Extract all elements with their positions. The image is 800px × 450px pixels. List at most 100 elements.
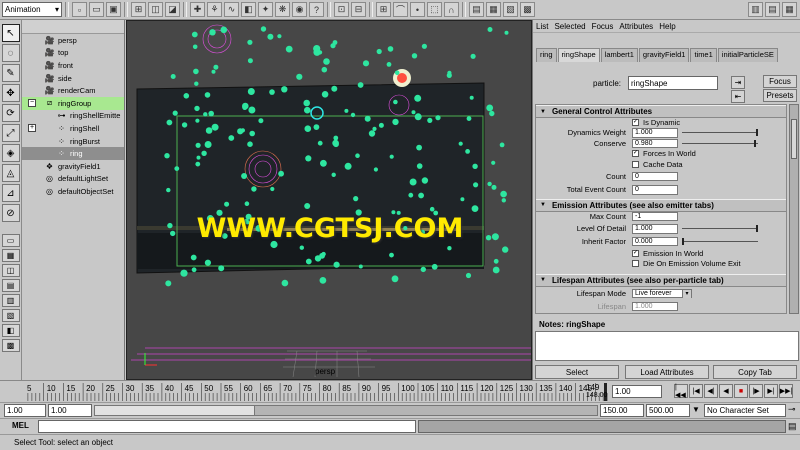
outliner-item-ringshell[interactable]: + ⁘ ringShell <box>22 122 124 135</box>
history-icon[interactable]: ▤ <box>469 2 484 17</box>
presets-arrow-icon[interactable]: ⇤ <box>731 90 745 103</box>
paint-select-tool-icon[interactable]: ✎ <box>1 64 20 82</box>
tab-gravityfield1[interactable]: gravityField1 <box>638 48 690 62</box>
snap-grid-icon[interactable]: ⊞ <box>376 2 391 17</box>
character-set-field[interactable]: No Character Set <box>704 404 786 417</box>
level-of-detail-field[interactable]: 1.000 <box>632 224 678 234</box>
lock-selection-icon[interactable]: ⊡ <box>334 2 349 17</box>
outliner-item-persp[interactable]: 🎥 persp <box>22 34 124 47</box>
emission-in-world-checkbox[interactable]: ✓ <box>632 249 639 257</box>
count-field[interactable]: 0 <box>632 171 678 182</box>
range-bar[interactable] <box>94 405 598 416</box>
dynamics-weight-field[interactable]: 1.000 <box>632 128 678 138</box>
render-settings-icon[interactable]: ▩ <box>520 2 535 17</box>
layout-hypershade-icon[interactable]: ▧ <box>1 309 20 322</box>
snap-plane-icon[interactable]: ⬚ <box>427 2 442 17</box>
layout-single-icon[interactable]: ▭ <box>1 234 20 247</box>
step-back-icon[interactable]: |◀ <box>689 384 703 398</box>
ae-menu-list[interactable]: List <box>536 22 548 31</box>
character-set-dropdown-icon[interactable]: ▼ <box>692 405 700 414</box>
outliner-item-top[interactable]: 🎥 top <box>22 47 124 60</box>
tab-time1[interactable]: time1 <box>690 48 717 62</box>
play-backwards-icon[interactable]: ◀ <box>719 384 733 398</box>
mask-deform-icon[interactable]: ✦ <box>258 2 273 17</box>
mask-surface-icon[interactable]: ◧ <box>241 2 256 17</box>
conserve-field[interactable]: 0.980 <box>632 138 678 149</box>
tab-ring[interactable]: ring <box>536 48 557 62</box>
current-time-field[interactable]: 1.00 <box>612 385 662 398</box>
focus-arrow-icon[interactable]: ⇥ <box>731 76 745 89</box>
is-dynamic-checkbox[interactable]: ✓ <box>632 119 639 126</box>
mask-curve-icon[interactable]: ∿ <box>224 2 239 17</box>
snap-point-icon[interactable]: • <box>410 2 425 17</box>
snap-curve-icon[interactable]: ⌒ <box>393 2 408 17</box>
outliner-item-gravityfield1[interactable]: ❖ gravityField1 <box>22 160 124 173</box>
slider-handle[interactable] <box>756 225 758 233</box>
ae-menu-focus[interactable]: Focus <box>592 22 614 31</box>
ae-menu-help[interactable]: Help <box>659 22 675 31</box>
rotate-tool-icon[interactable]: ⟳ <box>1 104 20 122</box>
mask-dynamics-icon[interactable]: ❋ <box>275 2 290 17</box>
select-button[interactable]: Select <box>535 365 619 379</box>
last-tool-icon[interactable]: ⊘ <box>1 204 20 222</box>
select-object-icon[interactable]: ◫ <box>148 2 163 17</box>
die-on-emission-volume-exit-checkbox[interactable] <box>632 260 639 268</box>
inherit-factor-slider[interactable] <box>682 237 758 245</box>
layout-custom-icon[interactable]: ▩ <box>1 339 20 352</box>
lifespan-mode-dropdown[interactable]: Live forever ▾ <box>632 288 692 299</box>
mask-misc-icon[interactable]: ? <box>309 2 324 17</box>
slider-handle[interactable] <box>754 139 756 147</box>
outliner-item-ringgroup[interactable]: − ⧄ ringGroup <box>22 96 124 110</box>
layout-graph-icon[interactable]: ▥ <box>1 294 20 307</box>
manipulator-tool-icon[interactable]: ◈ <box>1 144 20 162</box>
ae-scrollbar[interactable] <box>789 104 799 314</box>
new-scene-icon[interactable]: ▫ <box>72 2 87 17</box>
move-tool-icon[interactable]: ✥ <box>1 84 20 102</box>
persp-viewport[interactable]: WWW.CGTSJ.COM persp <box>126 20 532 380</box>
node-name-field[interactable]: ringShape <box>628 76 718 90</box>
stop-icon[interactable]: ■ <box>734 384 748 398</box>
focus-button[interactable]: Focus <box>763 75 797 88</box>
slider-handle[interactable] <box>682 237 684 245</box>
outliner-item-ring[interactable]: ⁘ ring <box>22 147 124 160</box>
tab-initialparticlese[interactable]: initialParticleSE <box>717 48 778 62</box>
layout-split-icon[interactable]: ◧ <box>1 324 20 337</box>
outliner-item-rendercam[interactable]: 🎥 renderCam <box>22 84 124 97</box>
presets-button[interactable]: Presets <box>763 89 797 102</box>
mask-render-icon[interactable]: ◉ <box>292 2 307 17</box>
lasso-tool-icon[interactable]: ◌ <box>1 44 20 62</box>
save-scene-icon[interactable]: ▣ <box>106 2 121 17</box>
ae-attribute-scroll[interactable]: ▼ General Control Attributes ✓ Is Dynami… <box>535 104 787 314</box>
channel-box-toggle-icon[interactable]: ▦ <box>782 2 797 17</box>
outliner-item-ringshellemitter[interactable]: ⊶ ringShellEmitte <box>22 110 124 123</box>
section-lifespan[interactable]: ▼ Lifespan Attributes (see also per-part… <box>536 273 786 287</box>
open-scene-icon[interactable]: ▭ <box>89 2 104 17</box>
mask-joint-icon[interactable]: ⚘ <box>207 2 222 17</box>
load-attributes-button[interactable]: Load Attributes <box>625 365 709 379</box>
copy-tab-button[interactable]: Copy Tab <box>713 365 797 379</box>
menu-set-dropdown[interactable]: Animation ▾ <box>2 2 62 17</box>
expand-toggle[interactable]: + <box>28 124 36 133</box>
level-of-detail-slider[interactable] <box>682 225 758 233</box>
attribute-editor-toggle-icon[interactable]: ▥ <box>748 2 763 17</box>
script-editor-icon[interactable]: ▤ <box>788 421 797 432</box>
notes-textarea[interactable] <box>535 331 799 361</box>
start-time-field[interactable]: 1.00 <box>4 404 46 417</box>
outliner-item-defaultobjectset[interactable]: ◎ defaultObjectSet <box>22 185 124 198</box>
step-forward-key-icon[interactable]: |▶ <box>749 384 763 398</box>
outliner-item-front[interactable]: 🎥 front <box>22 59 124 72</box>
ae-menu-selected[interactable]: Selected <box>554 22 585 31</box>
outliner-item-defaultlightset[interactable]: ◎ defaultLightSet <box>22 173 124 186</box>
total-event-count-field[interactable]: 0 <box>632 185 678 195</box>
time-slider[interactable]: 5 10 15 20 25 30 35 40 45 50 55 60 65 70 75 80 85 90 95 100… <box>0 380 800 402</box>
slider-handle[interactable] <box>756 129 758 137</box>
forces-in-world-checkbox[interactable]: ✓ <box>632 150 639 158</box>
go-to-end-icon[interactable]: ▶▶| <box>779 384 793 398</box>
scrollbar-thumb[interactable] <box>791 119 797 159</box>
select-component-icon[interactable]: ◪ <box>165 2 180 17</box>
end-time-field[interactable]: 500.00 <box>646 404 690 417</box>
soft-mod-tool-icon[interactable]: ◬ <box>1 164 20 182</box>
render-frame-icon[interactable]: ▦ <box>486 2 501 17</box>
range-handle[interactable] <box>95 406 255 415</box>
conserve-slider[interactable] <box>682 139 758 147</box>
